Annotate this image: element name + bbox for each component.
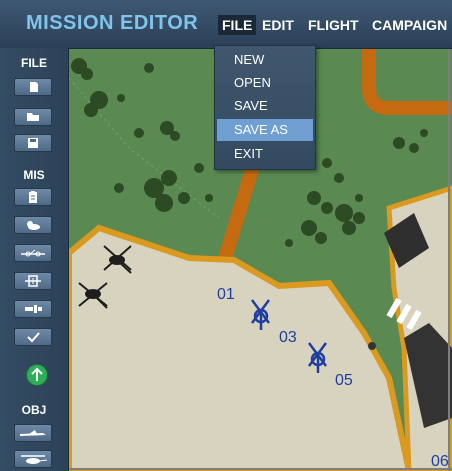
new-file-icon	[30, 82, 38, 92]
add-helicopter-button[interactable]	[14, 450, 52, 468]
runway-button[interactable]	[14, 300, 52, 318]
menu-item-open[interactable]: OPEN	[217, 72, 313, 94]
add-aircraft-button[interactable]	[14, 424, 52, 442]
checkmark-icon	[27, 332, 40, 343]
weather-icon	[27, 221, 40, 230]
save-disk-icon	[28, 138, 38, 148]
helicopter-icon	[21, 455, 48, 464]
open-folder-icon	[27, 113, 39, 121]
mission-info-button[interactable]	[14, 188, 52, 206]
save-file-button[interactable]	[14, 134, 52, 152]
menu-flight[interactable]: FLIGHT	[304, 15, 363, 35]
menu-file[interactable]: FILE	[218, 15, 257, 35]
up-arrow-icon	[31, 367, 43, 381]
clipboard-icon	[29, 191, 37, 203]
weather-button[interactable]	[14, 216, 52, 234]
file-menu-dropdown: NEW OPEN SAVE SAVE AS EXIT	[214, 45, 316, 170]
app-title: MISSION EDITOR	[26, 12, 199, 34]
route-button[interactable]	[14, 244, 52, 262]
menu-item-exit[interactable]: EXIT	[217, 143, 313, 165]
section-label-obj: OBJ	[21, 403, 47, 417]
menu-edit[interactable]: EDIT	[258, 15, 298, 35]
target-button[interactable]	[14, 272, 52, 290]
pad-label: 03	[279, 329, 297, 346]
pad-label: 06	[431, 453, 449, 470]
tool-sidebar: FILE MIS OBJ	[0, 48, 69, 471]
open-file-button[interactable]	[14, 108, 52, 126]
pad-label: 05	[335, 372, 353, 389]
top-menu-bar: MISSION EDITOR FILE EDIT FLIGHT CAMPAIGN	[0, 0, 452, 49]
target-icon	[25, 275, 41, 287]
section-label-file: FILE	[21, 56, 47, 70]
go-up-button[interactable]	[26, 364, 48, 386]
validate-button[interactable]	[14, 328, 52, 346]
menu-item-save[interactable]: SAVE	[217, 95, 313, 117]
route-icon	[21, 249, 45, 257]
pad-label: 01	[217, 286, 235, 303]
menu-item-new[interactable]: NEW	[217, 49, 313, 71]
menu-item-save-as[interactable]: SAVE AS	[217, 119, 313, 141]
section-label-mis: MIS	[23, 168, 45, 182]
aircraft-icon	[20, 430, 46, 436]
new-file-button[interactable]	[14, 78, 52, 96]
runway-icon	[25, 305, 42, 313]
menu-campaign[interactable]: CAMPAIGN	[368, 15, 451, 35]
